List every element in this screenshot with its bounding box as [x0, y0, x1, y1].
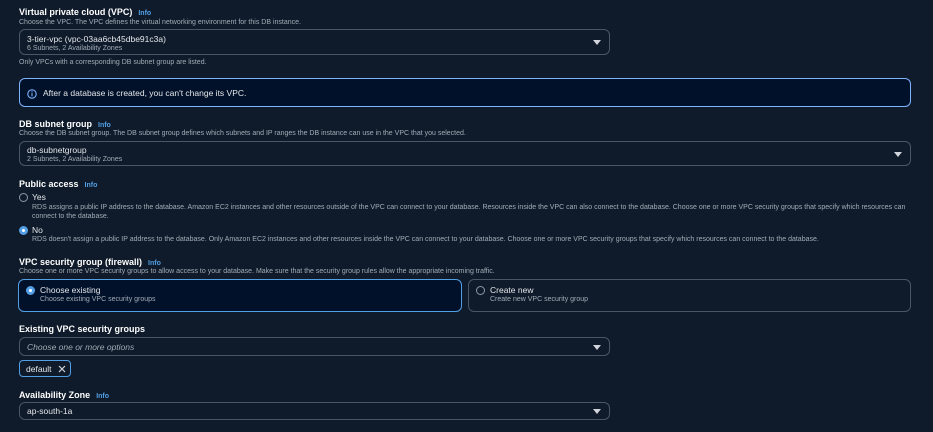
availability-zone-selected-value: ap-south-1a [27, 406, 73, 416]
close-icon[interactable] [58, 365, 66, 373]
public-access-yes-description: RDS assigns a public IP address to the d… [32, 204, 906, 220]
create-new-card[interactable]: Create new Create new VPC security group [468, 279, 911, 312]
choose-existing-card[interactable]: Choose existing Choose existing VPC secu… [18, 279, 462, 312]
existing-groups-label: Existing VPC security groups [19, 324, 146, 334]
public-access-label: Public access Info [19, 179, 97, 189]
public-access-no-description: RDS doesn't assign a public IP address t… [32, 236, 819, 243]
subnet-group-label-text: DB subnet group [19, 119, 92, 129]
subnet-group-description: Choose the DB subnet group. The DB subne… [19, 130, 466, 137]
vpc-description: Choose the VPC. The VPC defines the virt… [19, 19, 301, 26]
subnet-group-label: DB subnet group Info [19, 119, 111, 129]
availability-zone-label-text: Availability Zone [19, 390, 91, 400]
vpc-selected-detail: 6 Subnets, 2 Availability Zones [27, 45, 123, 52]
security-group-label-text: VPC security group (firewall) [19, 257, 143, 267]
availability-zone-info-link[interactable]: Info [96, 393, 109, 400]
vpc-hint: Only VPCs with a corresponding DB subnet… [19, 59, 207, 66]
caret-down-icon [593, 40, 601, 45]
security-group-info-link[interactable]: Info [148, 260, 161, 267]
token-default: default [19, 360, 71, 377]
alert-text: After a database is created, you can't c… [43, 88, 247, 98]
vpc-change-alert: After a database is created, you can't c… [19, 78, 911, 107]
public-access-yes-label: Yes [32, 192, 46, 202]
caret-down-icon [593, 409, 601, 414]
create-new-title: Create new [490, 285, 534, 295]
public-access-label-text: Public access [19, 179, 79, 189]
vpc-select[interactable]: 3-tier-vpc (vpc-03aa6cb45dbe91c3a) 6 Sub… [19, 29, 610, 55]
availability-zone-select[interactable]: ap-south-1a [19, 402, 610, 420]
availability-zone-label: Availability Zone Info [19, 390, 109, 400]
vpc-label-text: Virtual private cloud (VPC) [19, 7, 133, 17]
public-access-yes-radio[interactable] [19, 193, 28, 202]
caret-down-icon [894, 152, 902, 157]
existing-groups-placeholder: Choose one or more options [27, 342, 135, 352]
choose-existing-radio[interactable] [26, 286, 35, 295]
subnet-group-select[interactable]: db-subnetgroup 2 Subnets, 2 Availability… [19, 141, 911, 166]
caret-down-icon [593, 345, 601, 350]
vpc-label: Virtual private cloud (VPC) Info [19, 7, 151, 17]
create-new-subtitle: Create new VPC security group [490, 296, 589, 303]
vpc-info-link[interactable]: Info [138, 10, 151, 17]
subnet-group-selected-detail: 2 Subnets, 2 Availability Zones [27, 156, 123, 163]
vpc-selected-value: 3-tier-vpc (vpc-03aa6cb45dbe91c3a) [27, 34, 166, 44]
info-circle-icon [27, 89, 37, 99]
subnet-group-selected-value: db-subnetgroup [27, 145, 87, 155]
create-new-radio[interactable] [476, 286, 485, 295]
security-group-label: VPC security group (firewall) Info [19, 257, 161, 267]
subnet-group-info-link[interactable]: Info [98, 122, 111, 129]
existing-groups-multiselect[interactable]: Choose one or more options [19, 337, 610, 356]
security-group-description: Choose one or more VPC security groups t… [19, 268, 495, 275]
choose-existing-title: Choose existing [40, 285, 101, 295]
token-default-label: default [26, 364, 52, 374]
public-access-info-link[interactable]: Info [85, 182, 98, 189]
public-access-no-label: No [32, 225, 43, 235]
public-access-no-radio[interactable] [19, 226, 28, 235]
choose-existing-subtitle: Choose existing VPC security groups [40, 296, 156, 303]
